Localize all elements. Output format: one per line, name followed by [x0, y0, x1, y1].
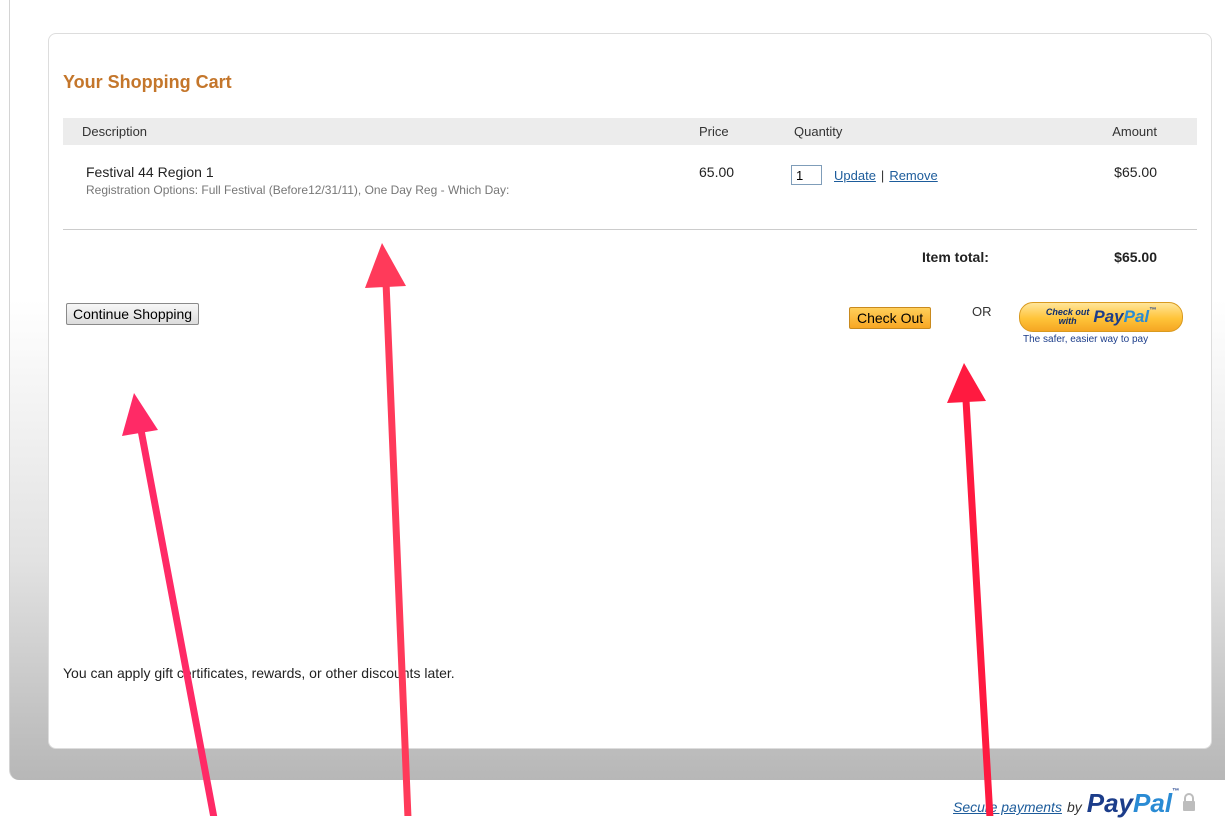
arrow-cart-row: [365, 243, 412, 816]
arrow-continue-shopping: [122, 393, 218, 816]
arrow-paypal-button: [947, 363, 994, 816]
annotation-arrows: [122, 243, 994, 816]
